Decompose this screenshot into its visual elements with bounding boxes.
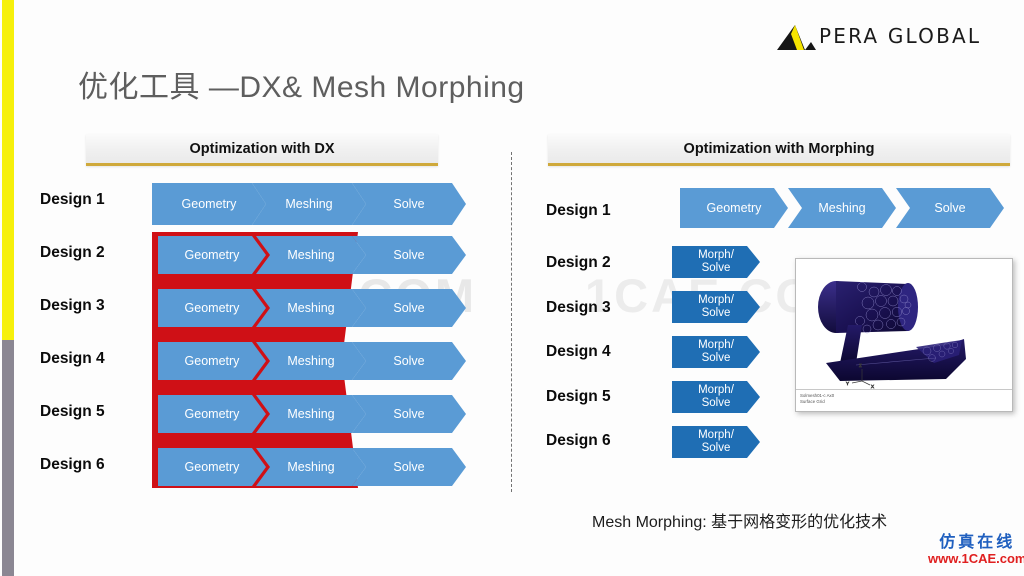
left-step-geometry-5[interactable]: Geometry	[158, 395, 266, 433]
right-row-label-6: Design 6	[546, 432, 611, 449]
right-step-morph-solve-5[interactable]: Morph/ Solve	[672, 381, 760, 413]
right-row-label-4: Design 4	[546, 343, 611, 360]
right-step-morph-solve-2[interactable]: Morph/ Solve	[672, 246, 760, 278]
panel-header-left: Optimization with DX	[86, 134, 438, 166]
left-step-meshing-1[interactable]: Meshing	[252, 183, 366, 225]
site-watermark-url: www.1CAE.com	[928, 551, 1024, 566]
left-step-geometry-2[interactable]: Geometry	[158, 236, 266, 274]
page-title: 优化工具 —DX& Mesh Morphing	[78, 71, 525, 104]
svg-text:Y: Y	[846, 381, 849, 386]
mesh-morphing-caption: Mesh Morphing: 基于网格变形的优化技术	[592, 514, 888, 531]
left-step-geometry-3[interactable]: Geometry	[158, 289, 266, 327]
left-row-label-4: Design 4	[40, 350, 105, 367]
right-step-morph-solve-4[interactable]: Morph/ Solve	[672, 336, 760, 368]
right-step-geometry-1[interactable]: Geometry	[680, 188, 788, 228]
left-step-solve-1[interactable]: Solve	[352, 183, 466, 225]
panel-divider	[511, 152, 512, 492]
triangle-mountain-icon	[777, 25, 816, 50]
slide-canvas: PERA GLOBAL 优化工具 —DX& Mesh Morphing 1CAE…	[0, 0, 1024, 576]
left-step-meshing-6[interactable]: Meshing	[256, 448, 366, 486]
right-row-label-3: Design 3	[546, 299, 611, 316]
right-step-solve-1[interactable]: Solve	[896, 188, 1004, 228]
morph-label-line1: Morph/	[698, 249, 734, 262]
morph-label-line2: Solve	[701, 307, 731, 319]
brand-logo-text: PERA GLOBAL	[819, 24, 982, 48]
morph-label-line2: Solve	[701, 262, 731, 274]
svg-text:Z: Z	[859, 363, 862, 368]
left-step-solve-5[interactable]: Solve	[352, 395, 466, 433]
left-step-meshing-5[interactable]: Meshing	[256, 395, 366, 433]
panel-header-right: Optimization with Morphing	[548, 134, 1010, 166]
morph-label-line2: Solve	[701, 442, 731, 454]
panel-header-right-label: Optimization with Morphing	[683, 140, 875, 157]
morph-label-line1: Morph/	[698, 384, 734, 397]
left-row-label-5: Design 5	[40, 403, 105, 420]
left-row-label-3: Design 3	[40, 297, 105, 314]
left-step-solve-3[interactable]: Solve	[352, 289, 466, 327]
cfd-mesh-thumbnail[interactable]: Z Y X Solmesh01-c Ax0 Surface Grid	[795, 258, 1013, 412]
left-step-geometry-6[interactable]: Geometry	[158, 448, 266, 486]
left-step-solve-6[interactable]: Solve	[352, 448, 466, 486]
thumbnail-caption: Solmesh01-c Ax0 Surface Grid	[796, 389, 1012, 411]
morph-label-line2: Solve	[701, 352, 731, 364]
left-accent-stripe-gray	[2, 340, 14, 576]
left-step-solve-2[interactable]: Solve	[352, 236, 466, 274]
left-row-label-6: Design 6	[40, 456, 105, 473]
brand-logo: PERA GLOBAL	[775, 20, 979, 56]
left-accent-stripe-yellow	[2, 0, 14, 340]
left-step-geometry-4[interactable]: Geometry	[158, 342, 266, 380]
panel-header-left-label: Optimization with DX	[189, 140, 335, 157]
left-step-meshing-4[interactable]: Meshing	[256, 342, 366, 380]
site-watermark-cn: 仿真在线	[939, 532, 1016, 551]
right-step-meshing-1[interactable]: Meshing	[788, 188, 896, 228]
left-row-label-2: Design 2	[40, 244, 105, 261]
left-step-meshing-2[interactable]: Meshing	[256, 236, 366, 274]
morph-label-line1: Morph/	[698, 294, 734, 307]
site-watermark: 仿真在线 www.1CAE.com	[928, 532, 1024, 566]
right-row-label-5: Design 5	[546, 388, 611, 405]
left-step-meshing-3[interactable]: Meshing	[256, 289, 366, 327]
right-row-label-1: Design 1	[546, 202, 611, 219]
left-row-label-1: Design 1	[40, 191, 105, 208]
morph-label-line1: Morph/	[698, 339, 734, 352]
thumbnail-caption-line2: Surface Grid	[800, 399, 825, 405]
left-step-geometry-1[interactable]: Geometry	[152, 183, 266, 225]
right-row-label-2: Design 2	[546, 254, 611, 271]
right-step-morph-solve-3[interactable]: Morph/ Solve	[672, 291, 760, 323]
left-step-solve-4[interactable]: Solve	[352, 342, 466, 380]
morph-label-line1: Morph/	[698, 429, 734, 442]
morph-label-line2: Solve	[701, 397, 731, 409]
right-step-morph-solve-6[interactable]: Morph/ Solve	[672, 426, 760, 458]
